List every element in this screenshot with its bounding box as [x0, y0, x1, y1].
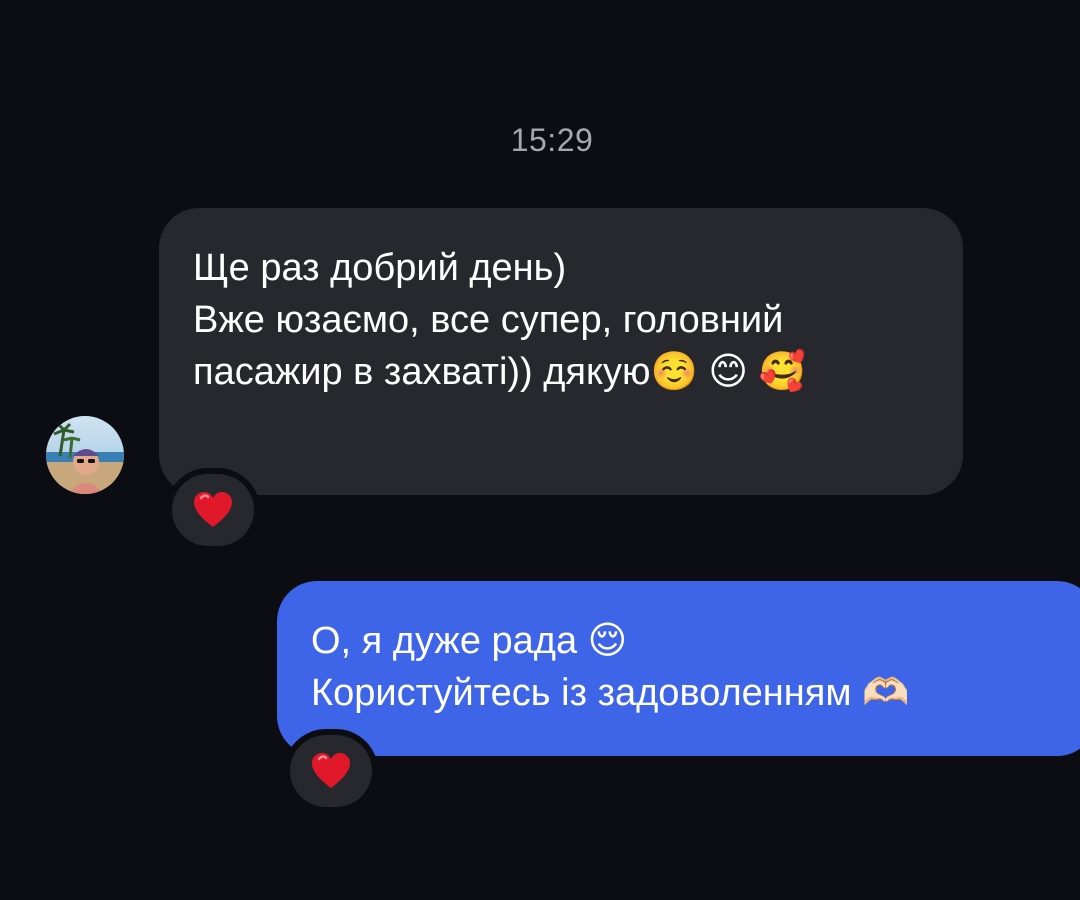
incoming-message-line: Ще раз добрий день) [193, 247, 567, 289]
avatar[interactable] [46, 416, 124, 494]
red-heart-icon [311, 753, 351, 789]
chat-thread: 15:29 Ще раз добрий день) Вже юзаємо, вс… [0, 0, 1080, 900]
outgoing-message-line: О, я дуже рада 😌 [311, 620, 628, 662]
incoming-message-bubble[interactable]: Ще раз добрий день) Вже юзаємо, все супе… [159, 208, 963, 495]
outgoing-message-bubble[interactable]: О, я дуже рада 😌 Користуйтесь із задовол… [277, 581, 1080, 756]
message-timestamp: 15:29 [510, 122, 594, 158]
red-heart-icon [193, 492, 233, 528]
message-reaction[interactable] [172, 474, 254, 546]
incoming-message-line: Вже юзаємо, все супер, головний пасажир … [193, 299, 806, 393]
message-reaction[interactable] [290, 735, 372, 807]
outgoing-message-line: Користуйтесь із задоволенням 🫶🏻 [311, 672, 910, 714]
